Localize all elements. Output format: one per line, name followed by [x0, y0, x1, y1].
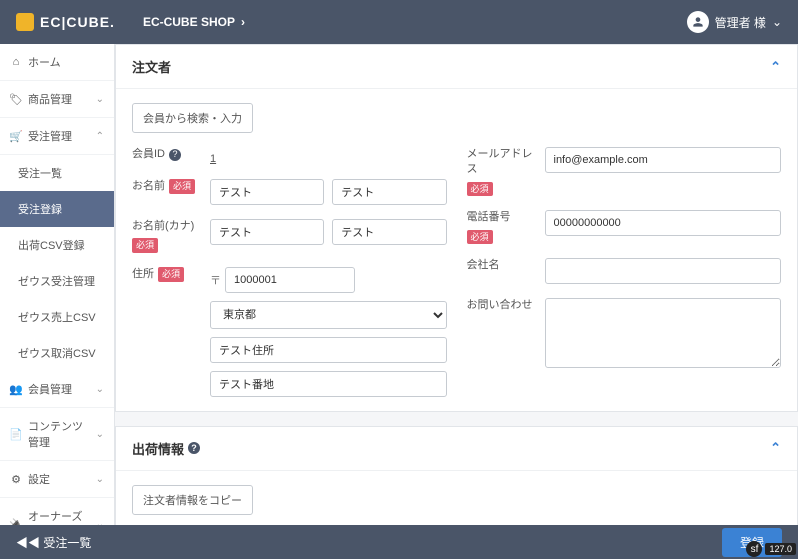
avatar-icon [687, 11, 709, 33]
collapse-toggle[interactable]: ⌃ [770, 440, 781, 456]
app-header: EC|CUBE. EC-CUBE SHOP› 管理者 様 ⌄ [0, 0, 798, 44]
addr2-input[interactable] [210, 371, 447, 397]
action-bar: ◀◀ 受注一覧 登録 [0, 525, 798, 559]
sidebar-item-order-register[interactable]: 受注登録 [0, 191, 114, 227]
main-content: 注文者 ⌃ 会員から検索・入力 会員ID? 1 お名前必須 [115, 44, 798, 525]
chevron-down-icon: ⌄ [96, 474, 104, 485]
sidebar-item-order-list[interactable]: 受注一覧 [0, 155, 114, 191]
contact-label: お問い合わせ [467, 298, 533, 313]
debug-toolbar[interactable]: sf 127.0 [746, 541, 796, 557]
orderer-panel: 注文者 ⌃ 会員から検索・入力 会員ID? 1 お名前必須 [115, 44, 798, 412]
sidebar-item-settings[interactable]: ⚙設定⌄ [0, 461, 114, 498]
zip-input[interactable] [225, 267, 355, 293]
sidebar-item-shipping-csv[interactable]: 出荷CSV登録 [0, 227, 114, 263]
panel-title: 注文者 [132, 57, 171, 76]
member-id-label: 会員ID [132, 147, 165, 162]
cart-icon: 🛒 [10, 130, 22, 143]
shipping-panel-heading: 出荷情報? ⌃ [116, 427, 797, 471]
sidebar-item-zeus-cancel-csv[interactable]: ゼウス取消CSV [0, 335, 114, 371]
required-badge: 必須 [158, 267, 184, 282]
company-input[interactable] [545, 258, 782, 284]
users-icon: 👥 [10, 383, 22, 396]
kana-sei-input[interactable] [210, 219, 324, 245]
shipping-panel: 出荷情報? ⌃ 注文者情報をコピー お名前必須 [115, 426, 798, 525]
zip-prefix: 〒 [210, 272, 221, 288]
user-name: 管理者 様 [715, 14, 766, 31]
plug-icon: 🔌 [10, 518, 22, 526]
addr-label: 住所 [132, 267, 154, 282]
email-label: メールアドレス [467, 147, 537, 178]
help-icon[interactable]: ? [188, 442, 200, 454]
brand-text: EC|CUBE [40, 14, 110, 30]
company-label: 会社名 [467, 258, 500, 273]
chevron-down-icon: ⌄ [772, 15, 782, 29]
user-menu[interactable]: 管理者 様 ⌄ [687, 11, 782, 33]
name-mei-input[interactable] [332, 179, 446, 205]
sidebar-item-owners-store[interactable]: 🔌オーナーズストア⌄ [0, 498, 114, 525]
required-badge: 必須 [169, 179, 195, 194]
prefecture-select[interactable]: 東京都 [210, 301, 447, 329]
collapse-toggle[interactable]: ⌃ [770, 59, 781, 75]
sidebar-item-members[interactable]: 👥会員管理⌄ [0, 371, 114, 408]
search-member-button[interactable]: 会員から検索・入力 [132, 103, 253, 133]
shop-link[interactable]: EC-CUBE SHOP› [143, 15, 245, 29]
orderer-panel-heading: 注文者 ⌃ [116, 45, 797, 89]
sidebar: ⌂ホーム 🏷商品管理⌄ 🛒受注管理⌃ 受注一覧 受注登録 出荷CSV登録 ゼウス… [0, 44, 115, 525]
copy-orderer-button[interactable]: 注文者情報をコピー [132, 485, 253, 515]
sidebar-item-home[interactable]: ⌂ホーム [0, 44, 114, 81]
name-label: お名前 [132, 179, 165, 194]
chevron-right-icon: › [241, 15, 245, 29]
kana-label: お名前(カナ) [132, 219, 194, 234]
tag-icon: 🏷 [10, 93, 22, 106]
sidebar-item-zeus-sales-csv[interactable]: ゼウス売上CSV [0, 299, 114, 335]
addr1-input[interactable] [210, 337, 447, 363]
doc-icon: 📄 [10, 428, 22, 441]
required-badge: 必須 [132, 238, 158, 253]
response-time-badge: 127.0 [765, 543, 796, 555]
name-sei-input[interactable] [210, 179, 324, 205]
back-link[interactable]: ◀◀ 受注一覧 [16, 534, 91, 551]
rewind-icon: ◀◀ [16, 536, 40, 550]
cube-icon [16, 13, 34, 31]
symfony-icon: sf [746, 541, 762, 557]
tel-input[interactable] [545, 210, 782, 236]
required-badge: 必須 [467, 182, 493, 197]
member-id-link[interactable]: 1 [210, 147, 447, 165]
panel-title: 出荷情報 [132, 439, 184, 458]
gear-icon: ⚙ [10, 473, 22, 486]
chevron-up-icon: ⌃ [96, 131, 104, 142]
chevron-down-icon: ⌄ [96, 429, 104, 440]
sidebar-item-zeus-orders[interactable]: ゼウス受注管理 [0, 263, 114, 299]
required-badge: 必須 [467, 230, 493, 245]
chevron-down-icon: ⌄ [96, 94, 104, 105]
brand-dot: . [110, 14, 115, 30]
help-icon[interactable]: ? [169, 149, 181, 161]
sidebar-item-orders[interactable]: 🛒受注管理⌃ [0, 118, 114, 155]
sidebar-item-contents[interactable]: 📄コンテンツ管理⌄ [0, 408, 114, 461]
home-icon: ⌂ [10, 56, 22, 68]
kana-mei-input[interactable] [332, 219, 446, 245]
tel-label: 電話番号 [467, 210, 511, 225]
chevron-down-icon: ⌄ [96, 384, 104, 395]
sidebar-item-products[interactable]: 🏷商品管理⌄ [0, 81, 114, 118]
email-input[interactable] [545, 147, 782, 173]
brand-logo[interactable]: EC|CUBE. [16, 13, 115, 31]
contact-textarea[interactable] [545, 298, 782, 368]
